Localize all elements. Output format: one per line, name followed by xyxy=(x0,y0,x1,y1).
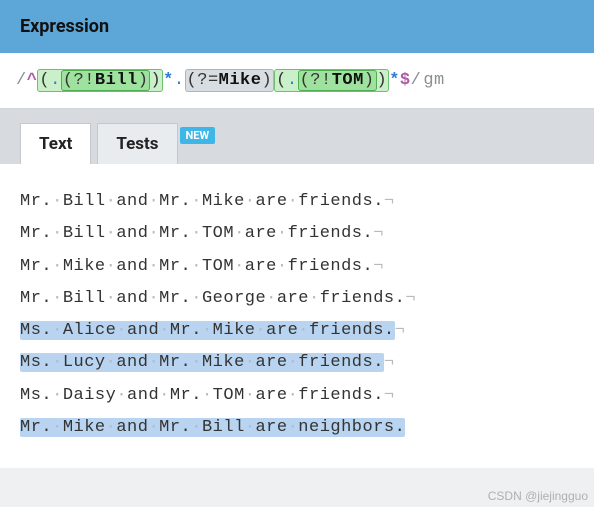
regex-flags: gm xyxy=(423,71,444,90)
space-dot-icon: · xyxy=(277,257,288,276)
text-line: Ms.·Alice·and·Mr.·Mike·are·friends.¬ xyxy=(20,315,574,347)
space-dot-icon: · xyxy=(52,386,63,405)
eol-icon: ¬ xyxy=(384,192,395,211)
space-dot-icon: · xyxy=(52,289,63,308)
space-dot-icon: · xyxy=(52,257,63,276)
panel-header: Expression xyxy=(0,0,594,53)
text-segment: Ms.·Daisy·and·Mr.·TOM·are·friends. xyxy=(20,386,384,405)
eol-icon: ¬ xyxy=(384,386,395,405)
watermark: CSDN @jiejingguo xyxy=(488,489,588,503)
panel-title: Expression xyxy=(20,16,574,37)
text-line: Ms.·Daisy·and·Mr.·TOM·are·friends.¬ xyxy=(20,380,574,412)
text-line: Mr.·Bill·and·Mr.·Mike·are·friends.¬ xyxy=(20,186,574,218)
regex-neglookahead-2: (?!TOM) xyxy=(298,70,377,91)
space-dot-icon: · xyxy=(202,386,213,405)
text-line: Ms.·Lucy·and·Mr.·Mike·are·friends.¬ xyxy=(20,347,574,379)
space-dot-icon: · xyxy=(298,321,309,340)
space-dot-icon: · xyxy=(148,224,159,243)
tab-bar: Text Tests NEW xyxy=(0,109,594,164)
regex-quantifier-1: * xyxy=(163,71,174,90)
text-line: Mr.·Mike·and·Mr.·Bill·are·neighbors. xyxy=(20,412,574,444)
space-dot-icon: · xyxy=(191,418,202,437)
text-line: Mr.·Bill·and·Mr.·George·are·friends.¬ xyxy=(20,283,574,315)
regex-neglookahead-1: (?!Bill) xyxy=(61,70,151,91)
regex-input[interactable]: /^(.(?!Bill))*.(?=Mike)(.(?!TOM))*$/gm xyxy=(0,53,594,109)
eol-icon: ¬ xyxy=(395,321,406,340)
regex-quantifier-2: * xyxy=(389,71,400,90)
space-dot-icon: · xyxy=(52,321,63,340)
regex-anchor-start: ^ xyxy=(27,71,38,90)
space-dot-icon: · xyxy=(288,192,299,211)
space-dot-icon: · xyxy=(106,224,117,243)
space-dot-icon: · xyxy=(116,321,127,340)
match-segment: Ms.·Lucy·and·Mr.·Mike·are·friends. xyxy=(20,353,384,372)
regex-close-delim: / xyxy=(411,71,422,90)
space-dot-icon: · xyxy=(245,353,256,372)
space-dot-icon: · xyxy=(288,353,299,372)
space-dot-icon: · xyxy=(277,224,288,243)
space-dot-icon: · xyxy=(148,353,159,372)
space-dot-icon: · xyxy=(245,418,256,437)
space-dot-icon: · xyxy=(106,192,117,211)
space-dot-icon: · xyxy=(159,321,170,340)
tab-tests[interactable]: Tests xyxy=(97,123,177,164)
space-dot-icon: · xyxy=(191,289,202,308)
text-line: Mr.·Mike·and·Mr.·TOM·are·friends.¬ xyxy=(20,251,574,283)
space-dot-icon: · xyxy=(52,224,63,243)
regex-group-1: (.(?!Bill)) xyxy=(37,69,163,92)
space-dot-icon: · xyxy=(148,289,159,308)
text-segment: Mr.·Bill·and·Mr.·TOM·are·friends. xyxy=(20,224,373,243)
test-text-area[interactable]: Mr.·Bill·and·Mr.·Mike·are·friends.¬Mr.·B… xyxy=(0,164,594,468)
space-dot-icon: · xyxy=(191,257,202,276)
tab-text[interactable]: Text xyxy=(20,123,91,164)
space-dot-icon: · xyxy=(148,257,159,276)
space-dot-icon: · xyxy=(245,192,256,211)
badge-new: NEW xyxy=(180,127,216,144)
text-segment: Mr.·Bill·and·Mr.·Mike·are·friends. xyxy=(20,192,384,211)
space-dot-icon: · xyxy=(106,289,117,308)
space-dot-icon: · xyxy=(234,257,245,276)
space-dot-icon: · xyxy=(116,386,127,405)
space-dot-icon: · xyxy=(309,289,320,308)
space-dot-icon: · xyxy=(148,418,159,437)
space-dot-icon: · xyxy=(191,353,202,372)
eol-icon: ¬ xyxy=(373,224,384,243)
match-segment: Ms.·Alice·and·Mr.·Mike·are·friends. xyxy=(20,321,395,340)
space-dot-icon: · xyxy=(191,192,202,211)
space-dot-icon: · xyxy=(106,418,117,437)
space-dot-icon: · xyxy=(202,321,213,340)
space-dot-icon: · xyxy=(52,353,63,372)
eol-icon: ¬ xyxy=(384,353,395,372)
text-segment: Mr.·Bill·and·Mr.·George·are·friends. xyxy=(20,289,405,308)
space-dot-icon: · xyxy=(159,386,170,405)
regex-open-delim: / xyxy=(16,71,27,90)
space-dot-icon: · xyxy=(106,353,117,372)
eol-icon: ¬ xyxy=(405,289,416,308)
space-dot-icon: · xyxy=(191,224,202,243)
space-dot-icon: · xyxy=(148,192,159,211)
space-dot-icon: · xyxy=(266,289,277,308)
space-dot-icon: · xyxy=(52,192,63,211)
space-dot-icon: · xyxy=(288,386,299,405)
body-shell: Text Tests NEW Mr.·Bill·and·Mr.·Mike·are… xyxy=(0,109,594,468)
regex-group-2: (.(?!TOM)) xyxy=(274,69,389,92)
space-dot-icon: · xyxy=(234,224,245,243)
space-dot-icon: · xyxy=(106,257,117,276)
space-dot-icon: · xyxy=(52,418,63,437)
text-line: Mr.·Bill·and·Mr.·TOM·are·friends.¬ xyxy=(20,218,574,250)
match-segment: Mr.·Mike·and·Mr.·Bill·are·neighbors. xyxy=(20,418,405,437)
space-dot-icon: · xyxy=(255,321,266,340)
regex-anchor-end: $ xyxy=(400,71,411,90)
space-dot-icon: · xyxy=(288,418,299,437)
regex-lookahead: (?=Mike) xyxy=(185,69,275,92)
eol-icon: ¬ xyxy=(373,257,384,276)
text-segment: Mr.·Mike·and·Mr.·TOM·are·friends. xyxy=(20,257,373,276)
space-dot-icon: · xyxy=(245,386,256,405)
